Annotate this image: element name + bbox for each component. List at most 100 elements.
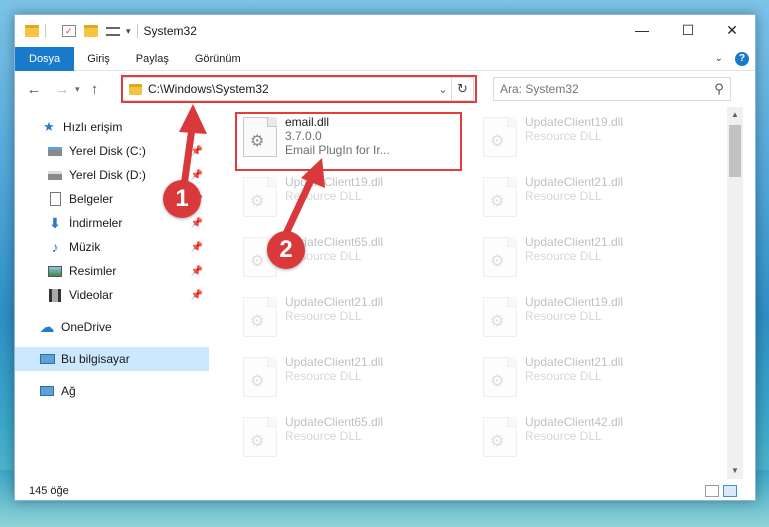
sidebar-item-onedrive[interactable]: ☁ OneDrive xyxy=(15,315,209,339)
file-tile[interactable]: ⚙ UpdateClient21.dll Resource DLL xyxy=(237,353,461,405)
dll-file-icon: ⚙ xyxy=(483,117,517,157)
file-description: Resource DLL xyxy=(525,309,602,323)
drive-icon xyxy=(47,167,63,183)
file-description: Resource DLL xyxy=(525,189,602,203)
file-name: UpdateClient19.dll xyxy=(525,115,624,129)
tab-giris[interactable]: Giriş xyxy=(74,47,123,71)
item-count: 145 öğe xyxy=(29,485,69,497)
sidebar-item-label: Bu bilgisayar xyxy=(61,352,130,366)
scroll-up-arrow[interactable]: ▲ xyxy=(727,107,743,123)
dll-file-icon: ⚙ xyxy=(483,297,517,337)
documents-icon xyxy=(47,191,63,207)
sidebar-item-label: Yerel Disk (C:) xyxy=(69,144,146,158)
pin-icon[interactable]: 📌 xyxy=(191,290,203,301)
music-icon: ♪ xyxy=(51,239,59,255)
sidebar-item-disk-c[interactable]: Yerel Disk (C:) 📌 xyxy=(15,139,209,163)
folder-icon xyxy=(25,25,39,37)
pictures-icon xyxy=(47,263,63,279)
sidebar-item-label: İndirmeler xyxy=(69,216,123,230)
close-button[interactable]: ✕ xyxy=(709,15,755,45)
file-name: UpdateClient19.dll xyxy=(285,175,384,189)
file-tile[interactable]: ⚙ UpdateClient65.dll Resource DLL xyxy=(237,413,461,465)
search-input[interactable] xyxy=(500,82,708,96)
recent-locations-icon[interactable]: ▾ xyxy=(75,84,80,95)
dll-file-icon: ⚙ xyxy=(243,177,277,217)
pin-icon[interactable]: 📌 xyxy=(191,170,203,181)
sidebar-item-quick-access[interactable]: ★ Hızlı erişim xyxy=(15,115,209,139)
callout-step-2: 2 xyxy=(267,231,305,269)
details-view-icon[interactable] xyxy=(705,485,719,497)
sidebar-item-label: Resimler xyxy=(69,264,117,278)
file-description: Resource DLL xyxy=(525,249,602,263)
file-name: UpdateClient21.dll xyxy=(285,355,384,369)
file-description: Resource DLL xyxy=(285,369,362,383)
new-folder-icon[interactable] xyxy=(84,25,98,37)
minimize-button[interactable]: — xyxy=(619,15,665,45)
customize-toolbar-icon[interactable]: ▾ xyxy=(126,26,131,37)
status-bar: 145 öğe xyxy=(15,481,755,501)
star-icon: ★ xyxy=(43,119,55,134)
up-button[interactable]: ↑ xyxy=(84,81,106,98)
sidebar-item-network[interactable]: Ağ xyxy=(15,379,209,403)
videos-icon xyxy=(47,287,63,303)
sidebar-item-pictures[interactable]: Resimler 📌 xyxy=(15,259,209,283)
ribbon-tabs: Dosya Giriş Paylaş Görünüm ⌄ ? xyxy=(15,46,755,71)
search-box[interactable]: ⚲ xyxy=(493,77,731,101)
dll-file-icon: ⚙ xyxy=(483,357,517,397)
forward-button[interactable]: → xyxy=(51,81,73,98)
dll-file-icon: ⚙ xyxy=(483,177,517,217)
file-tile[interactable]: ⚙ UpdateClient19.dll Resource DLL xyxy=(477,113,701,165)
view-options-icon[interactable] xyxy=(106,26,120,36)
file-name: UpdateClient21.dll xyxy=(525,175,624,189)
sidebar-item-label: Videolar xyxy=(69,288,113,302)
pin-icon[interactable]: 📌 xyxy=(191,146,203,157)
dll-file-icon: ⚙ xyxy=(243,417,277,457)
maximize-button[interactable]: ☐ xyxy=(665,15,711,45)
vertical-scrollbar[interactable]: ▲ ▼ xyxy=(727,107,743,479)
properties-icon[interactable]: ✓ xyxy=(62,25,76,37)
dll-file-icon: ⚙ xyxy=(243,357,277,397)
pin-icon[interactable]: 📌 xyxy=(191,266,203,277)
expand-ribbon-icon[interactable]: ⌄ xyxy=(715,53,723,64)
help-icon[interactable]: ? xyxy=(735,51,749,66)
file-tile[interactable]: ⚙ UpdateClient42.dll Resource DLL xyxy=(477,413,701,465)
file-tile[interactable]: ⚙ UpdateClient19.dll Resource DLL xyxy=(477,293,701,345)
dll-file-icon: ⚙ xyxy=(243,297,277,337)
sidebar-item-label: Hızlı erişim xyxy=(63,120,123,134)
sidebar-item-videos[interactable]: Videolar 📌 xyxy=(15,283,209,307)
email-dll-highlight xyxy=(235,112,462,171)
back-button[interactable]: ← xyxy=(23,81,45,98)
file-description: Resource DLL xyxy=(525,369,602,383)
sidebar-item-label: OneDrive xyxy=(61,320,112,334)
file-tile[interactable]: ⚙ UpdateClient21.dll Resource DLL xyxy=(477,173,701,225)
scroll-down-arrow[interactable]: ▼ xyxy=(727,463,743,479)
file-description: Resource DLL xyxy=(285,309,362,323)
computer-icon xyxy=(39,351,55,367)
file-tile[interactable]: ⚙ UpdateClient19.dll Resource DLL xyxy=(237,173,461,225)
file-tile[interactable]: ⚙ UpdateClient21.dll Resource DLL xyxy=(477,233,701,285)
tab-paylas[interactable]: Paylaş xyxy=(123,47,182,71)
tab-gorunum[interactable]: Görünüm xyxy=(182,47,254,71)
download-icon: ⬇ xyxy=(49,214,61,231)
sidebar-item-music[interactable]: ♪ Müzik 📌 xyxy=(15,235,209,259)
divider xyxy=(45,24,46,38)
file-name: UpdateClient21.dll xyxy=(285,295,384,309)
network-icon xyxy=(39,383,55,399)
file-tile[interactable]: ⚙ UpdateClient21.dll Resource DLL xyxy=(477,353,701,405)
navigation-pane: ★ Hızlı erişim Yerel Disk (C:) 📌 Yerel D… xyxy=(15,107,211,479)
large-icons-view-icon[interactable] xyxy=(723,485,737,497)
pin-icon[interactable]: 📌 xyxy=(191,242,203,253)
search-icon[interactable]: ⚲ xyxy=(708,81,730,97)
file-description: Resource DLL xyxy=(285,189,362,203)
file-name: UpdateClient21.dll xyxy=(525,235,624,249)
pin-icon[interactable]: 📌 xyxy=(191,218,203,229)
file-name: UpdateClient65.dll xyxy=(285,415,384,429)
file-name: UpdateClient19.dll xyxy=(525,295,624,309)
scroll-thumb[interactable] xyxy=(729,125,741,177)
file-tile[interactable]: ⚙ UpdateClient21.dll Resource DLL xyxy=(237,293,461,345)
file-description: Resource DLL xyxy=(525,129,602,143)
file-name: UpdateClient21.dll xyxy=(525,355,624,369)
sidebar-item-this-pc[interactable]: Bu bilgisayar xyxy=(15,347,209,371)
tab-dosya[interactable]: Dosya xyxy=(15,46,75,71)
dll-file-icon: ⚙ xyxy=(483,417,517,457)
